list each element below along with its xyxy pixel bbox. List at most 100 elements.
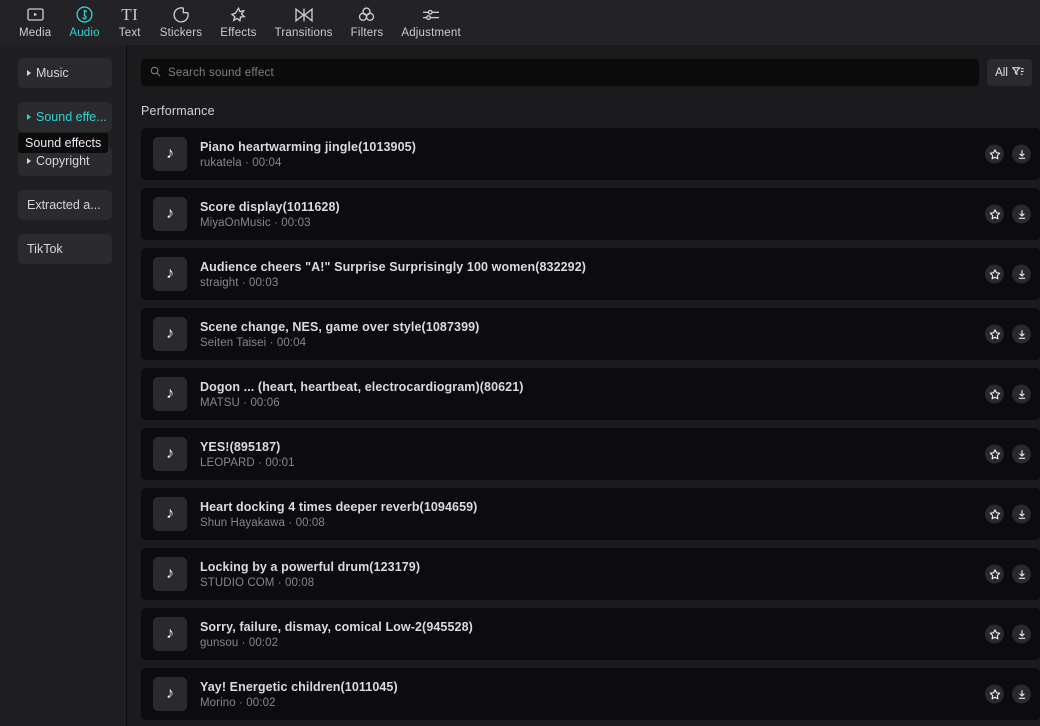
- sound-effect-author: rukatela: [200, 156, 242, 169]
- sound-effect-row[interactable]: ♪ Yay! Energetic children(1011045) Morino …: [141, 668, 1040, 720]
- sound-effect-subtitle: MiyaOnMusic · 00:03: [200, 217, 340, 229]
- sound-effect-meta: Yay! Energetic children(1011045) Morino ·…: [200, 680, 398, 709]
- subtitle-separator: ·: [238, 276, 250, 289]
- download-button[interactable]: [1012, 504, 1031, 524]
- chevron-right-icon: [27, 70, 31, 76]
- sound-effect-meta: Locking by a powerful drum(123179) STUDIO…: [200, 560, 420, 589]
- favorite-button[interactable]: [985, 384, 1004, 404]
- tab-stickers[interactable]: Stickers: [151, 0, 212, 39]
- filter-all-button[interactable]: All: [987, 59, 1032, 86]
- sound-effect-title: Dogon ... (heart, heartbeat, electrocard…: [200, 379, 524, 394]
- download-button[interactable]: [1012, 624, 1031, 644]
- download-button[interactable]: [1012, 684, 1031, 704]
- chevron-right-icon: [27, 158, 31, 164]
- tab-adjustment[interactable]: Adjustment: [392, 0, 470, 39]
- sound-effect-row[interactable]: ♪ Dogon ... (heart, heartbeat, electrocar…: [141, 368, 1040, 420]
- filter-sort-icon: [1011, 64, 1024, 82]
- row-actions: [985, 204, 1031, 224]
- search-input[interactable]: Search sound effect: [141, 59, 979, 86]
- favorite-button[interactable]: [985, 324, 1004, 344]
- sound-effect-subtitle: gunsou · 00:02: [200, 637, 473, 649]
- text-ti-icon: TI: [121, 4, 139, 24]
- row-actions: [985, 564, 1031, 584]
- sound-effect-title: YES!(895187): [200, 439, 281, 454]
- sound-effect-duration: 00:03: [281, 216, 311, 229]
- row-actions: [985, 384, 1031, 404]
- tab-media[interactable]: Media: [10, 0, 60, 39]
- download-button[interactable]: [1012, 444, 1031, 464]
- row-actions: [985, 684, 1031, 704]
- tiktok-note-icon: ♪: [153, 197, 187, 231]
- filters-circles-icon: [358, 4, 375, 25]
- sound-effect-subtitle: Seiten Taisei · 00:04: [200, 337, 479, 349]
- sound-effect-row[interactable]: ♪ Locking by a powerful drum(123179) STUDI…: [141, 548, 1040, 600]
- subtitle-separator: ·: [285, 516, 296, 529]
- sticker-circle-icon: [173, 4, 189, 25]
- sound-effect-row[interactable]: ♪ Scene change, NES, game over style(1087…: [141, 308, 1040, 360]
- tab-effects[interactable]: Effects: [211, 0, 265, 39]
- tab-transitions[interactable]: Transitions: [266, 0, 342, 39]
- sound-effect-row[interactable]: ♪ Score display(1011628) MiyaOnMusic · 00:…: [141, 188, 1040, 240]
- top-toolbar: Media Audio TI Text Stickers Effects Transitio…: [0, 0, 1040, 45]
- sound-effect-subtitle: Morino · 00:02: [200, 697, 398, 709]
- sidebar-item-tiktok[interactable]: TikTok: [18, 234, 112, 264]
- tab-label: Stickers: [159, 27, 203, 39]
- sound-effect-row[interactable]: ♪ Heart docking 4 times deeper reverb(109…: [141, 488, 1040, 540]
- sound-effect-row[interactable]: ♪ Sorry, failure, dismay, comical Low-2(9…: [141, 608, 1040, 660]
- subtitle-separator: ·: [270, 216, 282, 229]
- sound-effect-subtitle: rukatela · 00:04: [200, 157, 416, 169]
- sidebar-item-sound-effe[interactable]: Sound effe...: [18, 102, 112, 132]
- download-button[interactable]: [1012, 204, 1031, 224]
- sidebar-item-music[interactable]: Music: [18, 58, 112, 88]
- download-button[interactable]: [1012, 324, 1031, 344]
- favorite-button[interactable]: [985, 264, 1004, 284]
- filter-all-label: All: [995, 66, 1008, 79]
- sound-effect-meta: Score display(1011628) MiyaOnMusic · 00:0…: [200, 200, 340, 229]
- sound-effect-subtitle: MATSU · 00:06: [200, 397, 524, 409]
- sound-effect-title: Yay! Energetic children(1011045): [200, 679, 398, 694]
- sound-effect-row[interactable]: ♪ YES!(895187) LEOPARD · 00:01: [141, 428, 1040, 480]
- sound-effect-duration: 00:03: [249, 276, 279, 289]
- sound-effect-row[interactable]: ♪ Piano heartwarming jingle(1013905) rukat…: [141, 128, 1040, 180]
- download-button[interactable]: [1012, 384, 1031, 404]
- sound-effect-author: MATSU: [200, 396, 240, 409]
- favorite-button[interactable]: [985, 684, 1004, 704]
- favorite-button[interactable]: [985, 564, 1004, 584]
- download-button[interactable]: [1012, 144, 1031, 164]
- subtitle-separator: ·: [235, 696, 247, 709]
- tab-audio[interactable]: Audio: [60, 0, 108, 39]
- chevron-right-icon: [27, 114, 31, 120]
- sound-effect-subtitle: Shun Hayakawa · 00:08: [200, 517, 477, 529]
- favorite-button[interactable]: [985, 624, 1004, 644]
- sound-effect-row[interactable]: ♪ Audience cheers "A!" Surprise Surprisin…: [141, 248, 1040, 300]
- sidebar-item-label: Music: [36, 66, 69, 80]
- tiktok-note-icon: ♪: [153, 677, 187, 711]
- sound-effect-duration: 00:08: [285, 576, 315, 589]
- favorite-button[interactable]: [985, 144, 1004, 164]
- favorite-button[interactable]: [985, 204, 1004, 224]
- sound-effect-title: Score display(1011628): [200, 199, 340, 214]
- media-play-icon: [26, 4, 44, 25]
- tab-filters[interactable]: Filters: [342, 0, 393, 39]
- sound-effect-meta: Sorry, failure, dismay, comical Low-2(94…: [200, 620, 473, 649]
- favorite-button[interactable]: [985, 444, 1004, 464]
- sidebar-item-extracted-a[interactable]: Extracted a...: [18, 190, 112, 220]
- sound-effect-meta: YES!(895187) LEOPARD · 00:01: [200, 440, 295, 469]
- tab-text[interactable]: TI Text: [109, 0, 151, 40]
- row-actions: [985, 444, 1031, 464]
- download-button[interactable]: [1012, 564, 1031, 584]
- effects-starburst-icon: [230, 4, 247, 25]
- sound-effect-meta: Audience cheers "A!" Surprise Surprising…: [200, 260, 586, 289]
- row-actions: [985, 324, 1031, 344]
- audio-note-icon: [76, 4, 93, 25]
- sound-effect-list: ♪ Piano heartwarming jingle(1013905) rukat…: [128, 128, 1040, 720]
- download-button[interactable]: [1012, 264, 1031, 284]
- tab-label: Audio: [69, 27, 100, 39]
- sound-effect-author: STUDIO COM: [200, 576, 275, 589]
- favorite-button[interactable]: [985, 504, 1004, 524]
- subtitle-separator: ·: [239, 396, 251, 409]
- sound-effect-title: Piano heartwarming jingle(1013905): [200, 139, 416, 154]
- tiktok-note-icon: ♪: [153, 257, 187, 291]
- sound-effect-duration: 00:02: [246, 696, 276, 709]
- transitions-bowtie-icon: [294, 4, 313, 25]
